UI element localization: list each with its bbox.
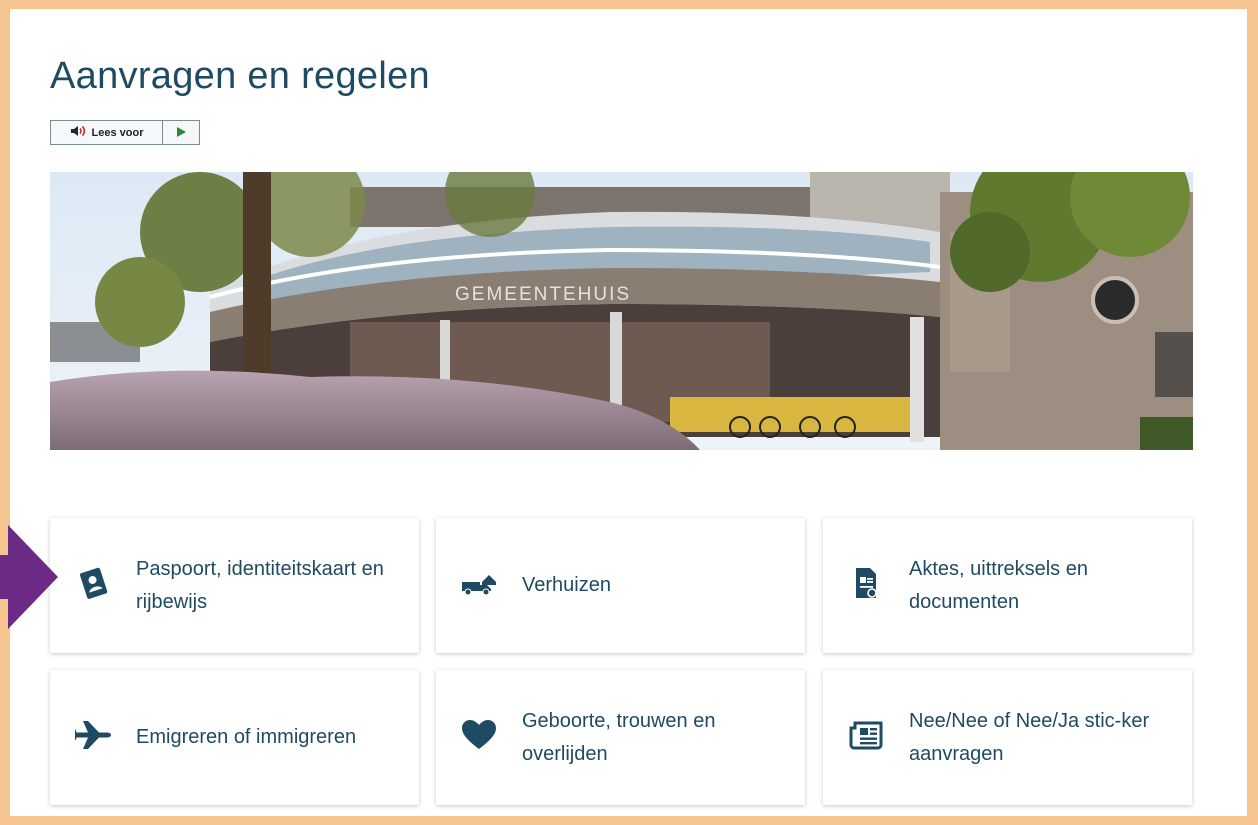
read-aloud-label: Lees voor	[91, 126, 144, 139]
card-label: Emigreren of immigreren	[136, 726, 357, 748]
moving-truck-icon	[460, 570, 498, 601]
card-label: Aktes, uittreksels en documenten	[909, 557, 1088, 613]
certificate-icon	[852, 566, 880, 605]
card-label: Geboorte, trouwen en overlijden	[522, 709, 716, 765]
card-sticker[interactable]: Nee/Nee of Nee/Ja stic-ker aanvragen	[823, 670, 1192, 805]
play-button[interactable]	[163, 121, 199, 144]
annotation-arrow-icon	[0, 525, 62, 634]
building-sign: GEMEENTEHUIS	[455, 284, 631, 305]
read-aloud-button[interactable]: Lees voor	[51, 121, 163, 144]
card-label: Nee/Nee of Nee/Ja stic-ker aanvragen	[909, 709, 1150, 765]
card-certificates[interactable]: Aktes, uittreksels en documenten	[823, 518, 1192, 653]
card-label: Paspoort, identiteitskaart en rijbewijs	[136, 557, 384, 613]
readspeaker-widget: Lees voor	[50, 120, 200, 145]
content-panel: Aanvragen en regelen Lees voor GEMEENTEH…	[10, 9, 1247, 816]
card-emigrate[interactable]: Emigreren of immigreren	[50, 670, 419, 805]
page-title: Aanvragen en regelen	[50, 55, 430, 97]
town-hall-photo: GEMEENTEHUIS	[50, 172, 1193, 450]
card-passport[interactable]: Paspoort, identiteitskaart en rijbewijs	[50, 518, 419, 653]
heart-icon	[461, 719, 497, 756]
passport-icon	[76, 566, 110, 605]
play-icon	[176, 124, 186, 142]
airplane-icon	[73, 719, 113, 756]
card-life-events[interactable]: Geboorte, trouwen en overlijden	[436, 670, 805, 805]
speaker-icon	[70, 125, 88, 140]
newspaper-icon	[849, 720, 883, 755]
card-label: Verhuizen	[522, 574, 611, 596]
card-moving[interactable]: Verhuizen	[436, 518, 805, 653]
